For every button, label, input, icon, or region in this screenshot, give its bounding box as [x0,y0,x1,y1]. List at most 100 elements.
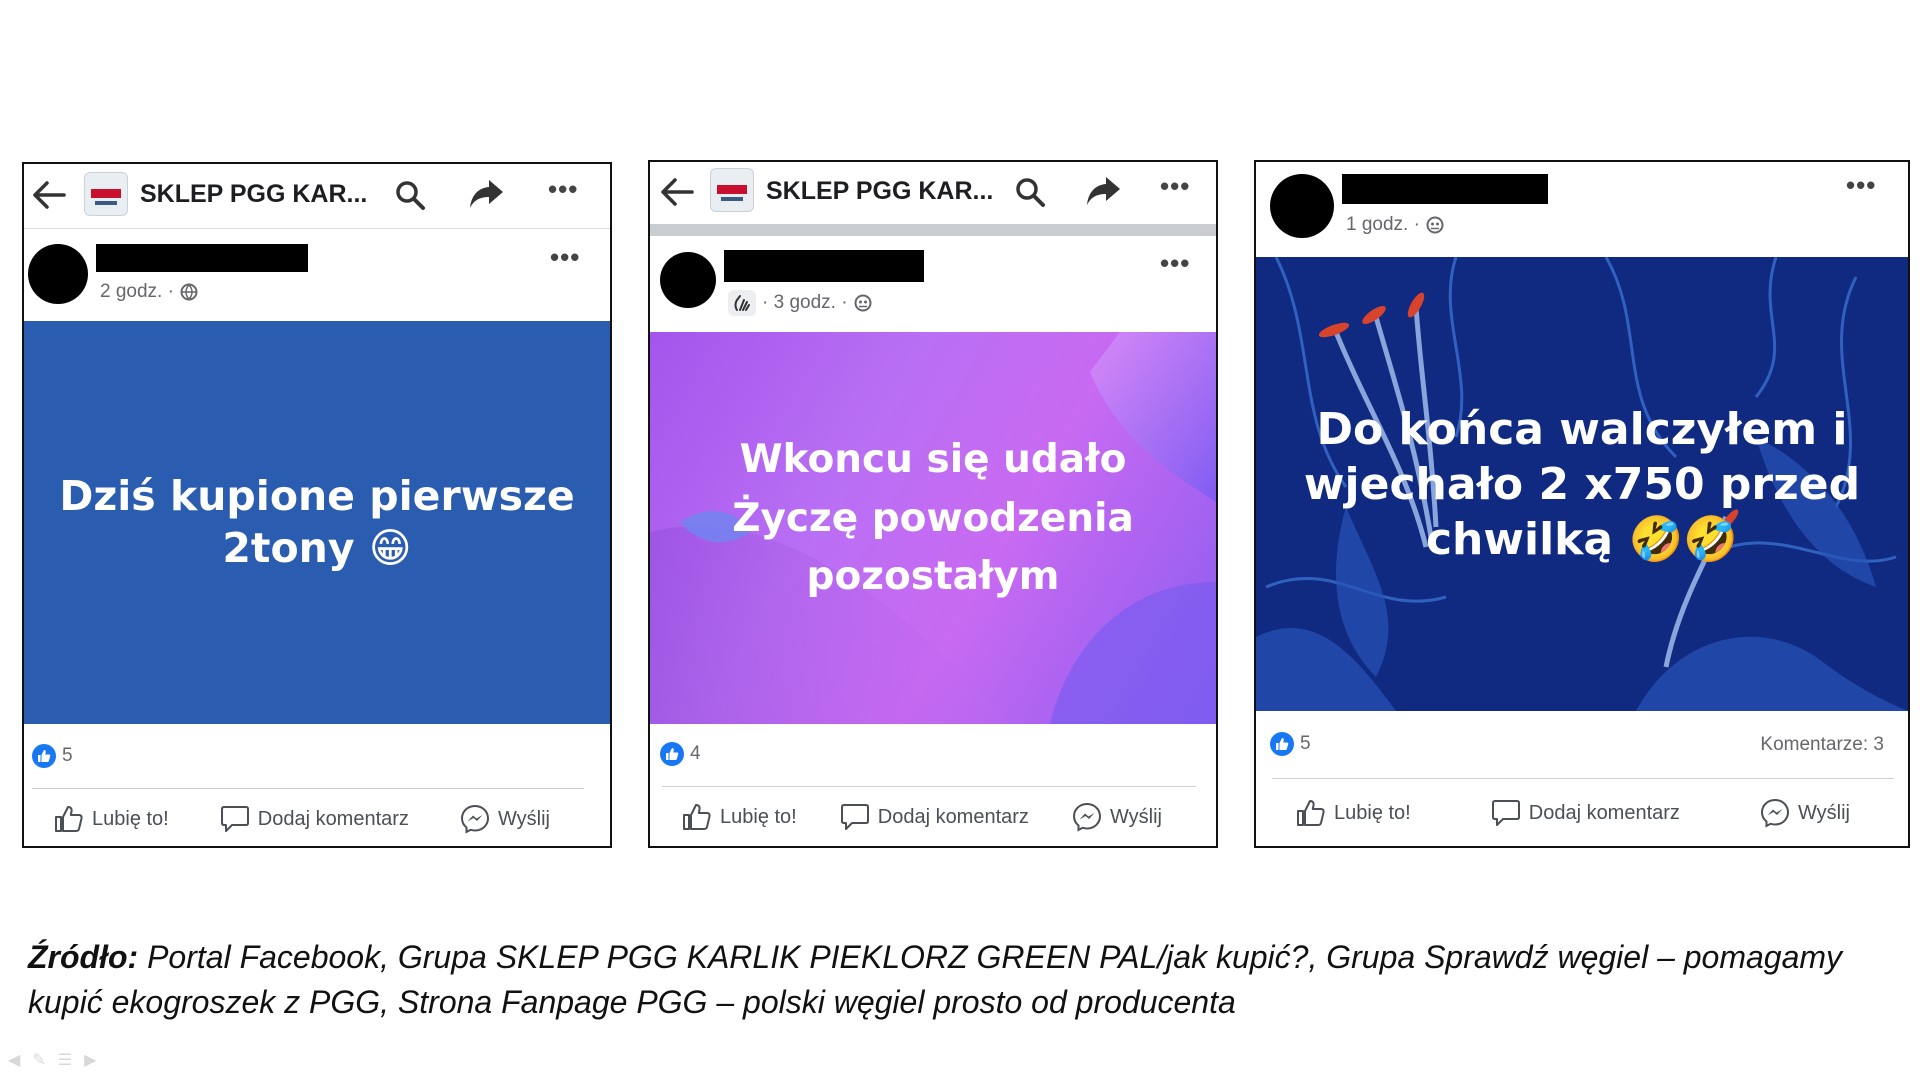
post-more-options-icon[interactable]: ••• [1160,250,1190,276]
image-text-line-3: chwilką 🤣🤣 [1425,513,1739,565]
post-more-options-icon[interactable]: ••• [1846,172,1876,198]
like-button[interactable]: Lubię to! [682,803,797,831]
post-meta: 2 godz. · [100,281,198,303]
image-text-line-1: Dziś kupione pierwsze [59,472,575,521]
caption-text: Portal Facebook, Grupa SKLEP PGG KARLIK … [28,939,1843,1020]
post-meta: 1 godz. · [1346,214,1444,236]
image-text-line-1: Wkoncu się udało [739,437,1127,483]
reaction-summary[interactable]: 4 [660,742,701,766]
avatar[interactable] [1270,174,1334,238]
reaction-count: 4 [690,743,701,764]
reaction-count: 5 [1300,733,1311,754]
post-more-options-icon[interactable]: ••• [550,244,580,270]
post-time[interactable]: · 3 godz. · [762,292,848,314]
send-button[interactable]: Wyślij [1072,802,1162,832]
group-header-bar: SKLEP PGG KAR... ••• [650,162,1216,224]
image-text-line-2: 2tony 😁 [222,523,412,572]
header-divider [24,228,610,229]
comment-label: Dodaj komentarz [1528,801,1680,824]
comment-bubble-icon [220,805,250,833]
send-label: Wyślij [497,807,550,830]
post-panel-2: SKLEP PGG KAR... ••• · 3 godz. · ••• Wko… [648,160,1218,848]
share-icon[interactable] [1086,175,1122,207]
header-divider-bar [650,224,1216,236]
search-icon[interactable] [1014,176,1046,208]
send-label: Wyślij [1109,805,1162,828]
reaction-count: 5 [62,745,73,766]
group-members-icon [1426,216,1444,234]
reaction-summary[interactable]: 5 [32,744,73,768]
thumbs-up-icon [682,803,712,831]
post-actions: Lubię to! Dodaj komentarz Wyślij [1296,798,1850,828]
like-button[interactable]: Lubię to! [54,805,169,833]
avatar[interactable] [28,244,88,304]
prev-slide-icon[interactable]: ◀ [8,1050,20,1070]
like-label: Lubię to! [1334,801,1411,824]
group-name[interactable]: SKLEP PGG KAR... [766,177,994,206]
comment-count[interactable]: Komentarze: 3 [1760,734,1884,756]
image-text-line-3: pozostałym [806,554,1060,600]
more-options-icon[interactable]: ••• [1160,173,1190,199]
post-time[interactable]: 2 godz. · [100,281,174,303]
like-label: Lubię to! [720,805,797,828]
redacted-author-name [724,250,924,282]
avatar[interactable] [660,252,716,308]
post-image[interactable]: Wkoncu się udało Życzę powodzenia pozost… [650,332,1216,724]
like-reaction-icon [1270,732,1294,756]
comment-button[interactable]: Dodaj komentarz [840,803,1029,831]
comment-button[interactable]: Dodaj komentarz [1491,799,1680,827]
group-name[interactable]: SKLEP PGG KAR... [140,180,370,209]
send-button[interactable]: Wyślij [460,804,550,834]
search-icon[interactable] [394,179,426,211]
menu-icon[interactable]: ☰ [58,1050,72,1070]
redacted-author-name [1342,174,1548,204]
like-button[interactable]: Lubię to! [1296,799,1411,827]
reaction-summary[interactable]: 5 [1270,732,1311,756]
comment-label: Dodaj komentarz [877,805,1029,828]
slide-navigation-controls[interactable]: ◀ ✎ ☰ ▶ [8,1050,96,1070]
post-image[interactable]: Do końca walczyłem i wjechało 2 x750 prz… [1256,257,1908,711]
actions-divider [1272,778,1894,779]
post-meta: · 3 godz. · [728,290,872,316]
thumbs-up-icon [1296,799,1326,827]
messenger-icon [1760,798,1790,828]
group-thumbnail[interactable] [84,172,128,216]
comment-bubble-icon [840,803,870,831]
caption-label: Źródło: [28,939,139,975]
pen-icon[interactable]: ✎ [32,1050,45,1070]
image-text-line-2: wjechało 2 x750 przed [1303,458,1861,510]
actions-divider [662,786,1196,787]
image-text-line-2: Życzę powodzenia [732,495,1134,541]
send-button[interactable]: Wyślij [1760,798,1850,828]
post-image[interactable]: Dziś kupione pierwsze 2tony 😁 [24,321,610,724]
group-members-icon [854,294,872,312]
group-thumbnail[interactable] [710,168,754,212]
actions-divider [32,788,584,789]
messenger-icon [460,804,490,834]
post-panel-3: 1 godz. · ••• Do końca walczyłem i wjech… [1254,160,1910,848]
share-icon[interactable] [469,178,505,210]
redacted-author-name [96,244,308,272]
post-panel-1: SKLEP PGG KAR... ••• 2 godz. · ••• Dziś … [22,162,612,848]
source-caption: Źródło: Portal Facebook, Grupa SKLEP PGG… [28,935,1888,1025]
more-options-icon[interactable]: ••• [548,176,578,202]
group-header-bar: SKLEP PGG KAR... ••• [24,164,610,228]
thumbs-up-icon [54,805,84,833]
image-text-line-1: Do końca walczyłem i [1316,403,1848,455]
post-time[interactable]: 1 godz. · [1346,214,1420,236]
comment-button[interactable]: Dodaj komentarz [220,805,409,833]
back-arrow-icon[interactable] [660,177,694,207]
next-slide-icon[interactable]: ▶ [84,1050,96,1070]
post-actions: Lubię to! Dodaj komentarz Wyślij [682,802,1162,832]
post-actions: Lubię to! Dodaj komentarz Wyślij [54,804,550,834]
comment-label: Dodaj komentarz [257,807,409,830]
back-arrow-icon[interactable] [32,180,66,210]
send-label: Wyślij [1797,801,1850,824]
privacy-globe-icon [180,283,198,301]
like-label: Lubię to! [92,807,169,830]
messenger-icon [1072,802,1102,832]
wave-badge-icon [728,290,756,316]
like-reaction-icon [660,742,684,766]
comment-bubble-icon [1491,799,1521,827]
like-reaction-icon [32,744,56,768]
